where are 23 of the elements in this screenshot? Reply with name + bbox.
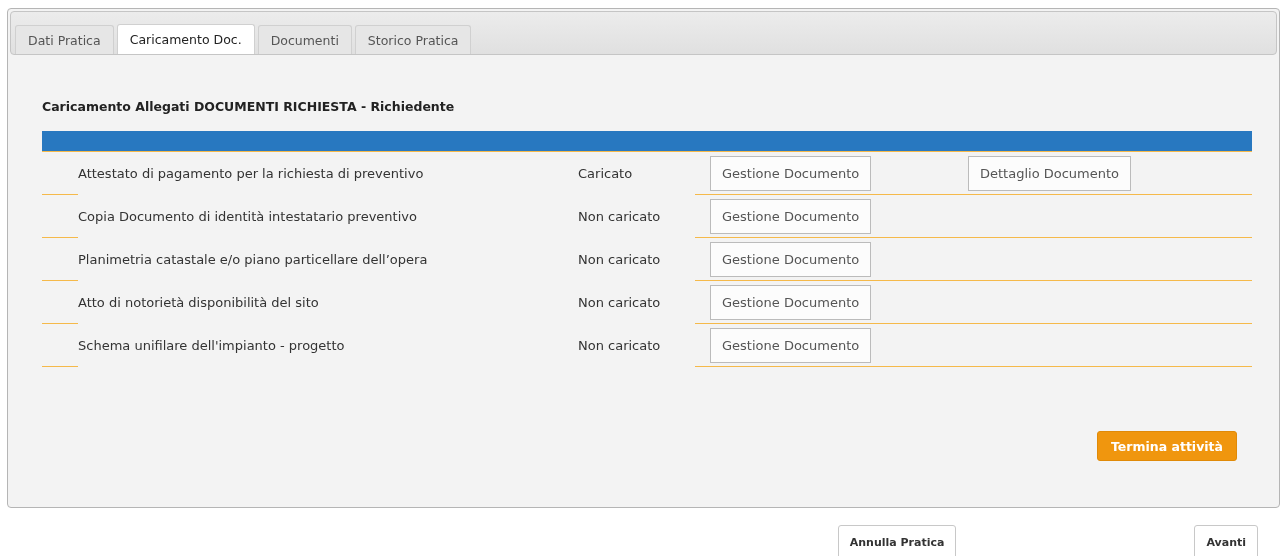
document-name: Schema unifilare dell'impianto - progetto [78,337,345,353]
manage-document-button[interactable]: Gestione Documento [710,155,872,191]
tab[interactable]: Documenti [257,25,352,54]
manage-document-button[interactable]: Gestione Documento [710,284,872,320]
manage-document-button[interactable]: Gestione Documento [710,241,872,277]
next-button[interactable]: Avanti [1194,525,1258,556]
document-detail-button[interactable]: Dettaglio Documento [968,155,1132,191]
document-name: Copia Documento di identità intestatario preventivo [78,208,417,224]
section-title: Caricamento Allegati DOCUMENTI RICHIESTA - Richiedente [42,99,456,114]
upload-status: Caricato [578,165,633,181]
tab[interactable]: Storico Pratica [354,25,472,54]
manage-document-button[interactable]: Gestione Documento [710,198,872,234]
manage-document-button[interactable]: Gestione Documento [710,327,872,363]
upload-status: Non caricato [578,294,661,310]
document-name: Attestato di pagamento per la richiesta di preventivo [78,165,424,181]
upload-status: Non caricato [578,208,661,224]
upload-status: Non caricato [578,337,661,353]
tab[interactable]: Dati Pratica [15,25,114,54]
upload-status: Non caricato [578,251,661,267]
cancel-button[interactable]: Annulla Pratica [837,525,957,556]
tab[interactable]: Caricamento Doc. [116,24,255,54]
document-name: Planimetria catastale e/o piano particellare dell’opera [78,251,428,267]
document-name: Atto di notorietà disponibilità del sito [78,294,319,310]
